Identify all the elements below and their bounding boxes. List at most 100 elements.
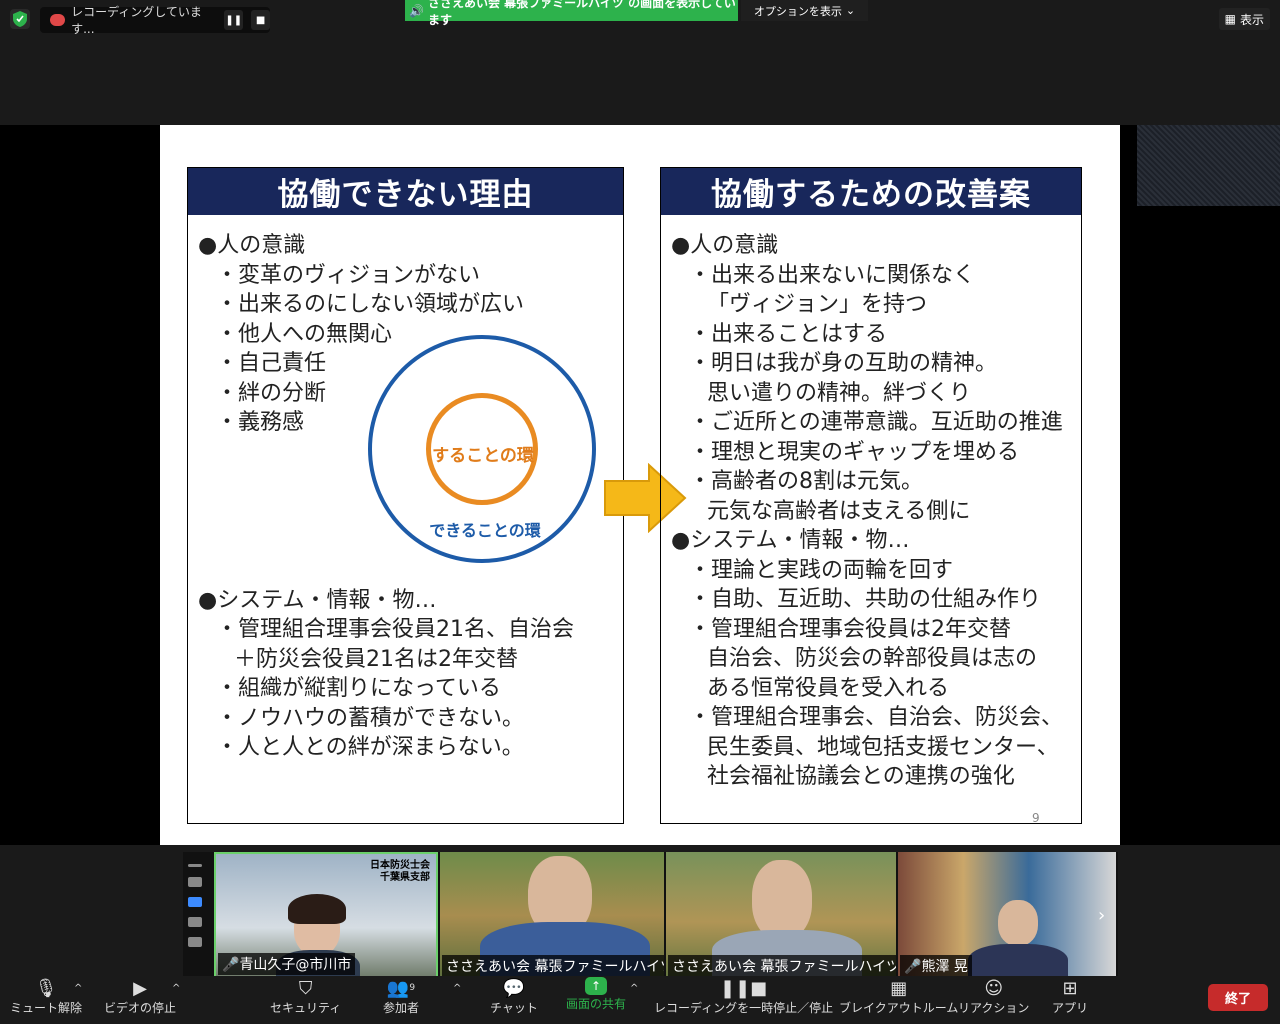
org-line1: 日本防災士会 <box>370 860 430 871</box>
gallery-view-icon[interactable] <box>188 917 202 927</box>
right-panel-body: ●人の意識 ・出来る出来ないに関係なく 「ヴィジョン」を持つ ・出来ることはする ・明日… <box>661 215 1081 808</box>
participants-caret-icon[interactable]: ^ <box>453 983 461 994</box>
participant-tile[interactable]: ささえあい会 幕張ファミールハイツ <box>440 852 664 979</box>
share-banner-text: ささえあい会 幕張ファミールハイツ の画面を表示しています <box>427 0 736 27</box>
stop-recording-icon[interactable]: ■ <box>251 10 270 30</box>
participant-name: 🎤青山久子@市川市 <box>218 953 356 975</box>
slide-text-line: ・管理組合理事会役員は2年交替 <box>689 616 1011 642</box>
slide-text-line: 思い遣りの精神。絆づくり <box>707 380 972 406</box>
muted-mic-icon: 🎤 <box>222 957 240 973</box>
slide-text-line: ・他人への無関心 <box>216 321 393 347</box>
slide-text-line: ・理想と現実のギャップを埋める <box>689 439 1020 465</box>
participant-tile[interactable]: ささえあい会 幕張ファミールハイツ <box>666 852 896 979</box>
audio-options-caret-icon[interactable]: ^ <box>74 983 82 994</box>
left-list-system: ●システム・情報・物… ・管理組合理事会役員21名、自治会 ＋防災会役員21名は2年… <box>198 586 613 763</box>
slide-page-number: 9 <box>1032 811 1040 825</box>
unmute-label: ミュート解除 <box>10 1001 83 1015</box>
slide-text-line: 民生委員、地域包括支援センター、 <box>707 734 1059 760</box>
participants-count: 9 <box>409 983 416 993</box>
video-camera-icon: ▶ <box>133 977 147 999</box>
apps-label: アプリ <box>1052 1001 1089 1015</box>
slide-text-line: ・高齢者の8割は元気。 <box>689 469 923 494</box>
minimize-icon[interactable] <box>188 864 202 867</box>
security-shield-icon: ⛉ <box>298 977 313 999</box>
breakout-rooms-button[interactable]: ▦ ブレイクアウトルーム <box>839 977 958 1016</box>
chat-button[interactable]: 💬 チャット <box>490 977 538 1016</box>
share-screen-arrow-icon: ↑ <box>585 977 607 995</box>
slide-text-line: ●システム・情報・物… <box>671 528 910 553</box>
share-options-caret-icon[interactable]: ^ <box>630 983 638 994</box>
participants-button[interactable]: 👥 9 参加者 <box>383 977 419 1016</box>
reactions-label: リアクション <box>958 1001 1030 1015</box>
participant-tile[interactable]: 🎤熊澤 晃 <box>898 852 1116 979</box>
recording-indicator: レコーディングしています... ❚❚ ■ <box>40 5 270 36</box>
speaker-icon: 🔊 <box>409 3 424 18</box>
slide-text-line: ●システム・情報・物… <box>198 587 437 613</box>
apps-icon: ⊞ <box>1062 977 1078 999</box>
slide-text-line: ●人の意識 <box>198 233 306 258</box>
next-page-chevron-icon[interactable]: › <box>1098 905 1105 926</box>
slide-text-line: ・人と人との絆が深まらない。 <box>216 735 524 760</box>
share-screen-button[interactable]: ↑ 画面の共有 <box>566 977 626 1012</box>
encryption-shield-icon[interactable] <box>10 9 30 29</box>
participant-face <box>752 860 812 940</box>
video-options-caret-icon[interactable]: ^ <box>172 983 180 994</box>
reactions-button[interactable]: ☺ リアクション <box>958 977 1029 1016</box>
share-screen-label: 画面の共有 <box>566 997 627 1011</box>
outer-circle-label: できることの環 <box>429 521 541 540</box>
chevron-down-icon: ⌄ <box>845 4 856 17</box>
inner-circle-label: することの環 <box>432 446 534 466</box>
participant-body <box>968 944 1068 979</box>
muted-mic-icon: 🎤 <box>904 959 922 975</box>
slide-text-line: ・出来ることはする <box>689 321 888 347</box>
slide-text-line: 自治会、防災会の幹部役員は志の <box>707 646 1038 671</box>
slide-text-line: ・変革のヴィジョンがない <box>216 262 481 288</box>
screen-share-banner: 🔊 ささえあい会 幕張ファミールハイツ の画面を表示しています <box>405 0 738 27</box>
slide-text-line: 社会福祉協議会との連携の強化 <box>707 764 1015 789</box>
shared-slide: 協働できない理由 ●人の意識・変革のヴィジョンがない・出来るのにしない領域が広い… <box>160 125 1120 845</box>
participant-name: 🎤熊澤 晃 <box>900 955 972 977</box>
slide-text-line: ＋防災会役員21名は2年交替 <box>234 646 518 672</box>
view-grid-icon: ▦ <box>1224 12 1236 26</box>
view-label: 表示 <box>1239 12 1264 27</box>
slide-text-line: ある恒常役員を受入れる <box>707 675 950 701</box>
right-panel: 協働するための改善案 ●人の意識 ・出来る出来ないに関係なく 「ヴィジョン」を持つ・… <box>660 167 1082 824</box>
cloud-recording-icon <box>50 14 66 26</box>
participants-label: 参加者 <box>383 1001 420 1015</box>
apps-button[interactable]: ⊞ アプリ <box>1052 977 1088 1016</box>
recording-label: レコーディングしています... <box>71 5 202 36</box>
breakout-rooms-icon: ▦ <box>890 977 908 999</box>
security-button[interactable]: ⛉ セキュリティ <box>270 977 341 1016</box>
participant-name: ささえあい会 幕張ファミールハイツ <box>668 955 896 977</box>
view-button[interactable]: ▦ 表示 <box>1218 8 1270 30</box>
left-panel-title: 協働できない理由 <box>188 168 623 215</box>
slide-text-line: 元気な高齢者は支える側に <box>707 498 971 524</box>
security-label: セキュリティ <box>270 1001 342 1015</box>
slide-text-line: ・管理組合理事会役員21名、自治会 <box>216 617 574 642</box>
stop-video-label: ビデオの停止 <box>104 1001 177 1015</box>
self-video-thumbnail[interactable] <box>1137 125 1280 206</box>
org-badge: 日本防災士会 千葉県支部 <box>370 860 430 884</box>
stop-video-button[interactable]: ▶ ビデオの停止 <box>104 977 176 1016</box>
participant-name: ささえあい会 幕張ファミールハイツ <box>442 955 664 977</box>
participants-icon: 👥 9 <box>386 977 416 999</box>
pause-stop-recording-button[interactable]: ❚❚■ レコーディングを一時停止／停止 <box>654 977 833 1016</box>
right-panel-title: 協働するための改善案 <box>661 168 1081 215</box>
record-label: レコーディングを一時停止／停止 <box>654 1001 834 1015</box>
chat-label: チャット <box>490 1001 538 1015</box>
hide-video-icon[interactable] <box>188 937 202 947</box>
muted-microphone-icon: 🎙 <box>34 977 58 999</box>
video-layout-controls <box>188 858 208 947</box>
view-options-button[interactable]: オプションを表示 ⌄ <box>741 0 868 21</box>
participant-tile[interactable]: 日本防災士会 千葉県支部 🎤青山久子@市川市 <box>214 852 438 979</box>
breakout-label: ブレイクアウトルーム <box>839 1001 959 1015</box>
speaker-view-icon[interactable] <box>188 877 202 887</box>
chat-bubble-icon: 💬 <box>502 977 526 999</box>
pause-recording-icon[interactable]: ❚❚ <box>224 10 244 30</box>
slide-text-line: ・出来るのにしない領域が広い <box>216 292 525 317</box>
slide-text-line: ・理論と実践の両輪を回す <box>689 557 954 583</box>
end-meeting-button[interactable]: 終了 <box>1208 984 1268 1011</box>
strip-view-icon[interactable] <box>188 897 202 907</box>
org-line2: 千葉県支部 <box>380 872 430 883</box>
unmute-button[interactable]: 🎙 ミュート解除 <box>10 977 82 1016</box>
